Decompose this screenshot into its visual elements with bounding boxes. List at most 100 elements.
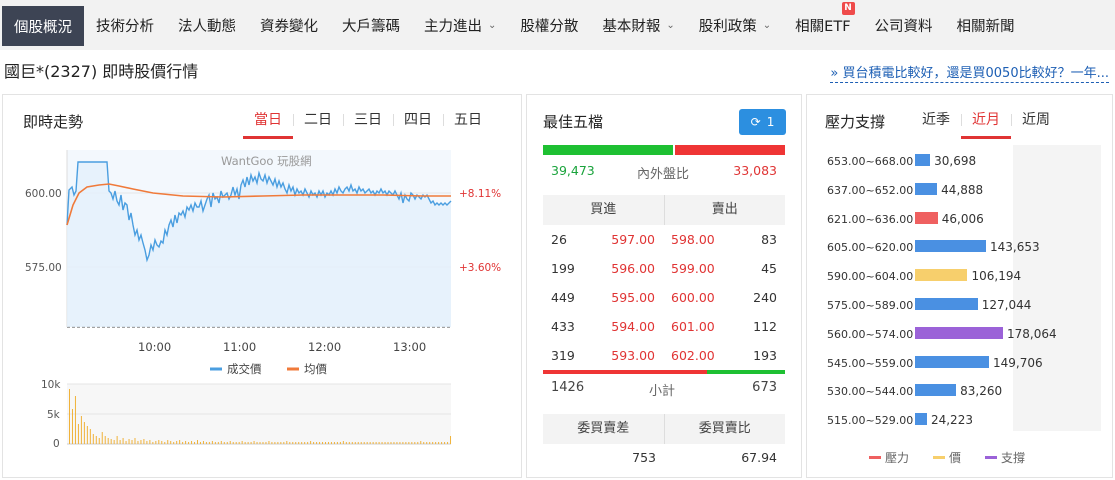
price-label: 600.00 — [25, 188, 62, 200]
volume-bar — [211, 441, 213, 444]
bid-volume: 26 — [551, 232, 567, 247]
refresh-button[interactable]: ⟳ 1 — [739, 109, 786, 135]
volume-bar — [411, 442, 413, 444]
nav-item-1[interactable]: 技術分析 — [84, 0, 166, 50]
volume-bar — [158, 440, 160, 444]
volume-bar — [176, 441, 178, 444]
volume-bar — [83, 422, 85, 444]
volume-value: 143,653 — [989, 240, 1040, 255]
volume-bar — [444, 442, 446, 444]
volume-bar — [235, 442, 237, 444]
volume-label: 5k — [47, 409, 61, 421]
volume-bar — [98, 438, 100, 444]
tab-0[interactable]: 近季 — [911, 111, 961, 139]
volume-bar — [360, 442, 362, 444]
nav-item-6[interactable]: 股權分散 — [508, 0, 590, 50]
nav-item-3[interactable]: 資券變化 — [248, 0, 330, 50]
legend-support-label: 支撐 — [1001, 451, 1026, 465]
time-label: 11:00 — [223, 340, 256, 354]
legend-price-swatch — [933, 456, 945, 459]
support-row: 653.00~668.00 30,698 — [823, 151, 1103, 173]
price-range: 605.00~620.00 — [827, 241, 914, 255]
volume-bar — [74, 396, 76, 444]
volume-bar — [283, 442, 285, 444]
support-row: 590.00~604.00 106,194 — [823, 266, 1103, 288]
volume-bar — [101, 432, 103, 444]
volume-bar — [322, 442, 324, 444]
volume-bar — [256, 442, 258, 444]
volume-bar — [333, 442, 335, 444]
promo-link[interactable]: » 買台積電比較好，還是買0050比較好？一年... — [830, 62, 1109, 83]
volume-label: 10k — [41, 379, 61, 391]
volume-bar — [194, 442, 196, 444]
volume-bar — [915, 182, 938, 195]
bid-volume: 319 — [551, 348, 575, 363]
support-row: 545.00~559.00 149,706 — [823, 353, 1103, 375]
nav-item-label: 股利政策 — [698, 18, 757, 35]
ask-volume: 240 — [753, 290, 777, 305]
volume-bar — [128, 439, 130, 444]
time-label: 12:00 — [308, 340, 341, 354]
nav-item-7[interactable]: 基本財報 ⌄ — [590, 0, 686, 50]
volume-bar — [915, 269, 968, 282]
order-book-row: 199 596.00 599.00 45 — [543, 254, 785, 283]
volume-bar — [241, 441, 243, 444]
nav-item-9[interactable]: 相關ETF N — [783, 0, 862, 50]
support-row: 515.00~529.00 24,223 — [823, 410, 1103, 432]
volume-bar — [387, 442, 389, 444]
volume-bar — [357, 442, 359, 444]
volume-bar — [232, 442, 234, 444]
volume-bar — [408, 442, 410, 444]
volume-bar — [420, 441, 422, 444]
nav-item-0[interactable]: 個股概況 — [2, 6, 84, 46]
volume-bar — [268, 441, 270, 444]
ratio-header-label: 委買賣比 — [663, 414, 786, 444]
volume-bar — [167, 440, 169, 444]
volume-bar — [313, 442, 315, 444]
volume-bar — [295, 442, 297, 444]
volume-bar — [336, 442, 338, 444]
price-range: 560.00~574.00 — [827, 327, 914, 341]
volume-bar — [435, 442, 437, 444]
volume-bar — [414, 442, 416, 444]
volume-bar — [399, 442, 401, 444]
price-label: 575.00 — [25, 262, 62, 274]
volume-value: 106,194 — [971, 269, 1022, 284]
nav-item-8[interactable]: 股利政策 ⌄ — [687, 0, 783, 50]
price-range: 653.00~668.00 — [827, 155, 914, 168]
order-book-row: 26 597.00 598.00 83 — [543, 225, 785, 254]
volume-bar — [915, 211, 938, 224]
support-row: 621.00~636.00 46,006 — [823, 209, 1103, 231]
nav-item-2[interactable]: 法人動態 — [166, 0, 248, 50]
volume-bar — [316, 442, 318, 444]
nav-item-11[interactable]: 相關新聞 — [945, 0, 1027, 50]
volume-bar — [915, 240, 986, 253]
tab-2[interactable]: 近周 — [1011, 111, 1061, 139]
volume-bar — [217, 442, 219, 444]
ask-price: 602.00 — [671, 348, 715, 363]
volume-value: 24,223 — [930, 413, 973, 428]
volume-bar — [274, 442, 276, 444]
volume-bar — [89, 429, 91, 444]
stock-nav-bar: 個股概況 技術分析 法人動態 資券變化 大戶籌碼 主力進出 ⌄ 股權分散 基本財報 ⌄ 股利政策 ⌄ 相… — [0, 0, 1115, 50]
volume-bar — [137, 441, 139, 444]
legend-price: 價 — [933, 449, 961, 466]
volume-value: 30,698 — [934, 154, 977, 168]
volume-bar — [351, 442, 353, 444]
price-range: 590.00~604.00 — [827, 270, 914, 284]
ratio-header: 委買賣差 委買賣比 — [543, 414, 785, 444]
ask-price: 598.00 — [671, 232, 715, 247]
volume-bar — [417, 442, 419, 444]
legend-support-swatch — [985, 456, 997, 459]
diff-value: 753 — [632, 450, 656, 465]
nav-item-label: 主力進出 — [424, 18, 482, 35]
volume-bar — [69, 389, 70, 444]
volume-bar — [125, 441, 127, 444]
volume-bar — [345, 442, 347, 444]
nav-item-label: 股權分散 — [520, 18, 579, 35]
nav-item-10[interactable]: 公司資料 — [863, 0, 945, 50]
nav-item-5[interactable]: 主力進出 ⌄ — [412, 0, 508, 50]
nav-item-4[interactable]: 大戶籌碼 — [330, 0, 412, 50]
volume-bar — [146, 441, 148, 444]
tab-1[interactable]: 近月 — [961, 111, 1011, 139]
